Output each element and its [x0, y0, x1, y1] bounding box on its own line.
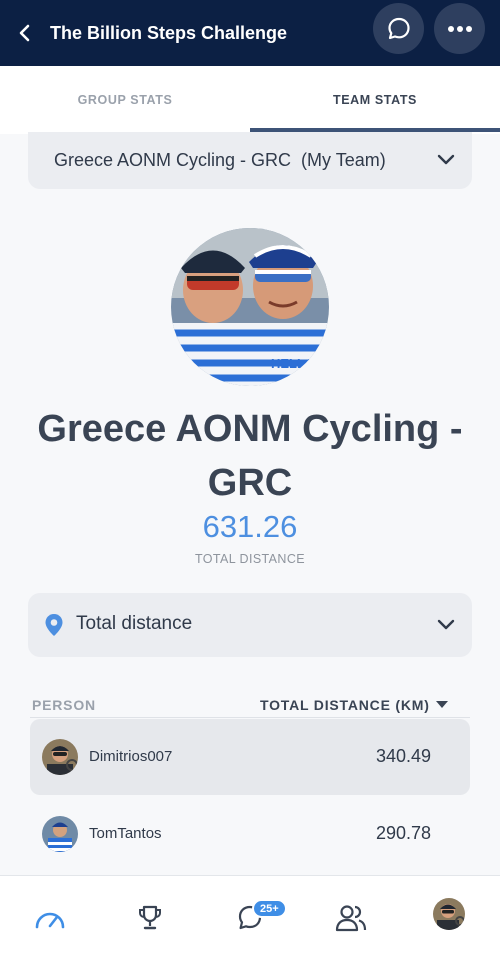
total-distance-value: 631.26 [202, 509, 298, 544]
nav-dashboard[interactable] [32, 900, 68, 936]
row-distance-value: 290.78 [376, 823, 432, 843]
page-title: The Billion Steps Challenge [50, 22, 288, 43]
table-row[interactable]: TomTantos 290.78 [30, 796, 470, 872]
metric-selector-label: Total distance [76, 613, 193, 634]
total-distance-label: TOTAL DISTANCE [194, 552, 305, 566]
tab-group-stats[interactable]: GROUP STATS [0, 66, 250, 134]
row-person-name: TomTantos [89, 825, 162, 842]
table-header-divider [30, 717, 470, 718]
bottom-navigation [0, 875, 500, 960]
svg-text:HELLA: HELLA [271, 356, 315, 371]
team-photo: HELLA [171, 228, 329, 386]
team-selector-label: Greece AONM Cycling - GRC (My Team) [54, 150, 386, 170]
location-pin-icon [45, 614, 63, 636]
chevron-down-icon [437, 619, 455, 630]
chevron-left-icon [19, 24, 30, 42]
table-row[interactable]: Dimitrios007 340.49 [30, 719, 470, 795]
stats-tabs: GROUP STATS TEAM STATS [0, 66, 500, 134]
metric-selector[interactable]: Total distance [28, 593, 472, 657]
dashboard-icon [35, 912, 65, 929]
person-avatar-image [42, 739, 78, 775]
chevron-down-icon [437, 154, 455, 165]
more-horizontal-icon [447, 25, 472, 32]
avatar [42, 816, 78, 852]
tab-team-stats[interactable]: TEAM STATS [250, 66, 500, 134]
avatar [42, 739, 78, 775]
column-header-distance[interactable]: TOTAL DISTANCE (KM) [260, 697, 448, 713]
column-header-distance-label: TOTAL DISTANCE (KM) [260, 697, 430, 713]
person-avatar-image [42, 816, 78, 852]
chat-button[interactable] [373, 3, 424, 54]
column-header-person: PERSON [32, 697, 96, 713]
nav-leaderboard[interactable] [132, 900, 168, 936]
team-avatar: HELLA [171, 228, 329, 386]
back-button[interactable] [0, 0, 50, 66]
row-person-name: Dimitrios007 [89, 748, 173, 765]
trophy-icon [139, 905, 161, 930]
more-button[interactable] [434, 3, 485, 54]
chat-bubble-icon [387, 17, 410, 39]
nav-team[interactable] [333, 900, 369, 936]
profile-avatar [433, 898, 465, 930]
row-distance-value: 340.49 [376, 746, 432, 766]
nav-profile[interactable] [433, 898, 465, 930]
team-icon [335, 905, 367, 932]
team-name: Greece AONM Cycling - GRC [37, 408, 463, 504]
app-header: The Billion Steps Challenge [0, 0, 500, 66]
sort-down-icon [435, 701, 448, 708]
chat-badge: 25+ [252, 899, 287, 918]
team-selector[interactable]: Greece AONM Cycling - GRC (My Team) [28, 132, 472, 189]
